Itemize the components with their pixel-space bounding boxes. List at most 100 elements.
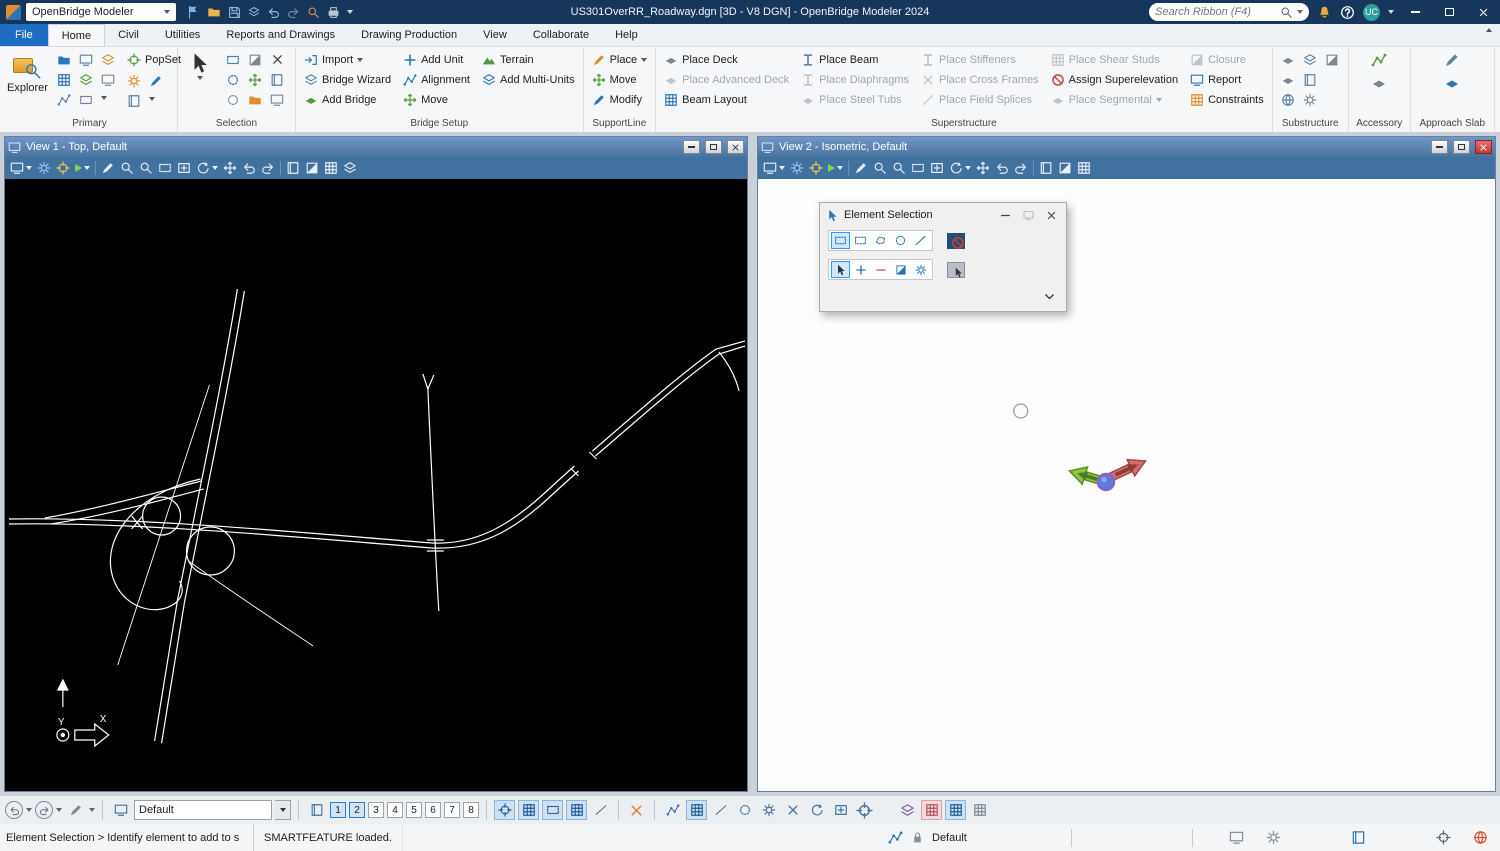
select-by-attributes-icon[interactable] [223,50,243,69]
notifications-bell-icon[interactable] [1317,5,1332,20]
back-history-chevron-icon[interactable] [26,808,32,812]
zoom-out-button[interactable] [890,159,908,178]
print-icon[interactable] [327,6,340,19]
place-diaphragms-button[interactable]: Place Diaphragms [798,70,912,90]
active-settings-icon[interactable] [1266,830,1281,845]
pan-view-button[interactable] [974,159,992,178]
clip-mask-button[interactable] [322,159,340,178]
tab-drawing-production[interactable]: Drawing Production [348,24,470,46]
details-icon[interactable] [124,71,144,90]
acs-triad[interactable] [1067,453,1149,492]
view1-canvas[interactable]: Y X [5,179,747,791]
active-model-label[interactable]: Default [932,832,967,844]
adjust-brightness-button[interactable] [807,159,825,178]
move-parallel-icon[interactable] [245,70,265,89]
lock-icon[interactable] [911,831,924,844]
place-barrier-icon[interactable] [1369,73,1389,92]
toggle-accusnap-button[interactable] [494,800,515,820]
search-scope-chevron-icon[interactable] [1297,10,1303,14]
redo-icon[interactable] [287,6,300,19]
raster-manager-icon[interactable] [98,70,118,89]
tab-reports-and-drawings[interactable]: Reports and Drawings [213,24,348,46]
clip-volume-button[interactable] [1056,159,1074,178]
snap-perpendicular-button[interactable] [830,800,851,820]
display-style-button[interactable] [8,159,34,178]
update-view-button[interactable] [852,159,870,178]
view-group-dropdown-chevron[interactable] [275,800,291,820]
attach-tools-icon[interactable] [54,50,74,69]
view-previous-button[interactable] [993,159,1011,178]
clip-volume-button[interactable] [303,159,321,178]
bridge-wizard-button[interactable]: Bridge Wizard [301,70,394,90]
primary-more-chevron-icon[interactable] [100,96,107,100]
connection-status-icon[interactable] [1473,830,1488,845]
flag-icon[interactable] [186,5,200,19]
view2-canvas[interactable]: Element Selection [758,179,1495,791]
dialog-expand-chevron-icon[interactable] [1043,290,1056,303]
place-segmental-button[interactable]: Place Segmental [1048,90,1181,110]
tab-home[interactable]: Home [47,24,106,46]
mesh-display-button[interactable] [969,800,990,820]
level-manager-icon[interactable] [98,50,118,69]
qat-customize-chevron-icon[interactable] [347,10,353,14]
select-scope-icon[interactable] [1436,830,1451,845]
zoom-in-button[interactable] [118,159,136,178]
view1-restore-button[interactable] [705,140,722,154]
beam-layout-button[interactable]: Beam Layout [661,90,792,110]
element-selection-dialog[interactable]: Element Selection [819,202,1067,312]
view1-close-button[interactable] [727,140,744,154]
collapse-ribbon-icon[interactable] [1486,28,1492,32]
place-bearing-icon[interactable] [1322,50,1342,69]
view-toggle-8[interactable]: 8 [463,802,479,818]
view-next-button[interactable] [259,159,277,178]
tab-utilities[interactable]: Utilities [152,24,213,46]
view-attributes-button[interactable] [788,159,806,178]
window-restore-button[interactable] [1436,2,1462,22]
select-all-button[interactable] [947,261,965,278]
locate-target-button[interactable] [854,800,875,820]
view1-minimize-button[interactable] [683,140,700,154]
add-multi-units-button[interactable]: Add Multi-Units [479,70,578,90]
models-icon[interactable] [76,50,96,69]
place-cross-frames-button[interactable]: Place Cross Frames [918,70,1042,90]
clip-mask-button[interactable] [1075,159,1093,178]
view2-restore-button[interactable] [1453,140,1470,154]
zoom-out-button[interactable] [137,159,155,178]
element-selection-dialog-titlebar[interactable]: Element Selection [820,203,1066,227]
terrain-button[interactable]: Terrain [479,50,578,70]
select-circle-button[interactable] [891,232,910,249]
tab-collaborate[interactable]: Collaborate [520,24,602,46]
display-rules-button[interactable] [921,800,942,820]
view-attributes-button[interactable] [35,159,53,178]
rotate-view-button[interactable] [947,159,973,178]
place-deck-button[interactable]: Place Deck [661,50,792,70]
snap-midpoint-button[interactable] [710,800,731,820]
view-tools-more-button[interactable] [341,159,359,178]
move-supportline-button[interactable]: Move [589,70,651,90]
window-area-button[interactable] [909,159,927,178]
fence-tools-icon[interactable] [245,50,265,69]
dialog-pin-button[interactable] [1019,207,1037,223]
select-line-button[interactable] [911,232,930,249]
toggle-accudraw-button[interactable] [518,800,539,820]
mode-new-button[interactable] [831,261,850,278]
add-bridge-button[interactable]: Add Bridge [301,90,394,110]
mode-subtract-button[interactable] [871,261,890,278]
bridge-move-button[interactable]: Move [400,90,473,110]
snap-nearest-button[interactable] [662,800,683,820]
view-toggle-2[interactable]: 2 [349,802,365,818]
search-input[interactable] [1155,6,1276,18]
toggle-snaps-button[interactable] [542,800,563,820]
view1-titlebar[interactable]: View 1 - Top, Default [5,137,747,157]
properties-icon[interactable] [124,91,144,110]
tab-civil[interactable]: Civil [105,24,152,46]
approach-slab-wizard-icon[interactable] [1442,50,1462,69]
place-shear-studs-button[interactable]: Place Shear Studs [1048,50,1181,70]
select-individual-button[interactable] [831,232,850,249]
manage-view-groups-button[interactable] [306,800,327,820]
mode-overlap-button[interactable] [911,261,930,278]
copy-element-icon[interactable] [267,70,287,89]
pen-tool-chevron-icon[interactable] [89,808,95,812]
view-toggle-5[interactable]: 5 [406,802,422,818]
saved-views-icon[interactable] [76,90,96,109]
